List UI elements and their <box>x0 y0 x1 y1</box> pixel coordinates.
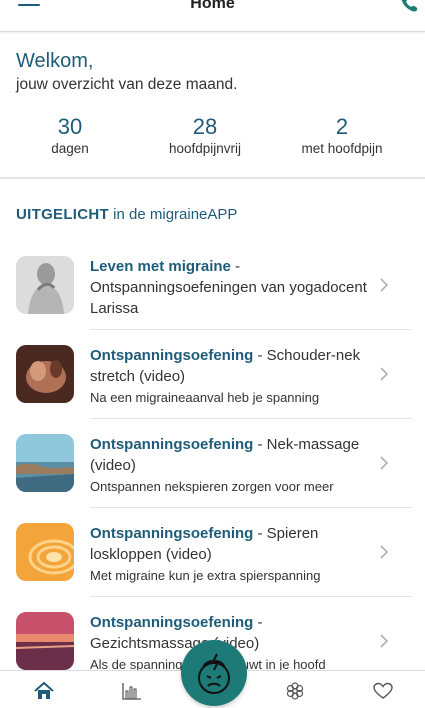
list-item[interactable]: Ontspanningsoefening - Schouder-nek stre… <box>0 330 425 419</box>
stat-label: hoofdpijnvrij <box>168 141 242 156</box>
chevron-right-icon <box>380 545 389 559</box>
yoga-teacher-thumbnail <box>16 256 74 314</box>
month-stats: 30 dagen 28 hoofdpijnvrij 2 met hoofdpij… <box>0 114 425 164</box>
list-item[interactable]: Leven met migraine - Ontspanningsoefenin… <box>0 241 425 330</box>
list-item-title: Ontspanningsoefening <box>90 525 254 542</box>
stat-label: met hoofdpijn <box>301 141 383 156</box>
stat-value: 2 <box>335 114 349 139</box>
welcome-section: Welkom, jouw overzicht van deze maand. <box>16 50 237 94</box>
welcome-subtitle: jouw overzicht van deze maand. <box>16 76 238 93</box>
top-bar: Home <box>0 0 425 32</box>
stat-headache-free: 28 hoofdpijnvrij <box>135 114 275 156</box>
stat-label: dagen <box>51 141 89 156</box>
list-item-title: Ontspanningsoefening <box>90 347 254 364</box>
featured-heading: UITGELICHT in de migraineAPP <box>16 206 237 223</box>
list-item-title: Leven met migraine <box>90 258 231 275</box>
chevron-right-icon <box>380 456 389 470</box>
heart-icon[interactable] <box>372 681 394 701</box>
list-item-subtitle: Ontspannen nekspieren zorgen voor meer <box>90 479 334 494</box>
chevron-right-icon <box>380 367 389 381</box>
list-item-text: Leven met migraine - Ontspanningsoefenin… <box>90 256 380 319</box>
flower-icon[interactable] <box>284 681 306 701</box>
headache-face-icon <box>198 653 230 694</box>
stat-with-headache: 2 met hoofdpijn <box>272 114 412 156</box>
chevron-right-icon <box>380 634 389 648</box>
shoulder-stretch-thumbnail <box>16 345 74 403</box>
muscle-tapping-thumbnail <box>16 523 74 581</box>
page-title: Home <box>190 0 235 12</box>
list-item-subtitle: Na een migraineaanval heb je spanning <box>90 390 320 405</box>
neck-massage-thumbnail <box>16 434 74 492</box>
list-item-text: Ontspanningsoefening - Schouder-nek stre… <box>90 345 380 407</box>
phone-icon[interactable] <box>399 0 419 12</box>
list-item-subtitle: Met migraine kun je extra spierspanning <box>90 568 321 583</box>
home-icon[interactable] <box>33 681 55 701</box>
list-item-title: Ontspanningsoefening <box>90 436 254 453</box>
chevron-right-icon <box>380 278 389 292</box>
featured-heading-rest: in de migraineAPP <box>113 206 238 223</box>
face-massage-thumbnail <box>16 612 74 670</box>
featured-list: Leven met migraine - Ontspanningsoefenin… <box>0 241 425 686</box>
list-item-text: Ontspanningsoefening - Spieren loskloppe… <box>90 523 380 585</box>
headache-log-button[interactable] <box>181 640 247 706</box>
featured-heading-bold: UITGELICHT <box>16 206 109 223</box>
stat-days: 30 dagen <box>0 114 140 156</box>
stat-value: 30 <box>57 114 83 139</box>
list-item[interactable]: Ontspanningsoefening - Nek-massage (vide… <box>0 419 425 508</box>
list-item-text: Ontspanningsoefening - Nek-massage (vide… <box>90 434 380 496</box>
chart-icon[interactable] <box>121 681 143 701</box>
stat-value: 28 <box>192 114 218 139</box>
section-divider <box>0 177 425 179</box>
welcome-title: Welkom, <box>16 50 94 72</box>
list-item[interactable]: Ontspanningsoefening - Spieren loskloppe… <box>0 508 425 597</box>
list-item-title: Ontspanningsoefening <box>90 614 254 631</box>
